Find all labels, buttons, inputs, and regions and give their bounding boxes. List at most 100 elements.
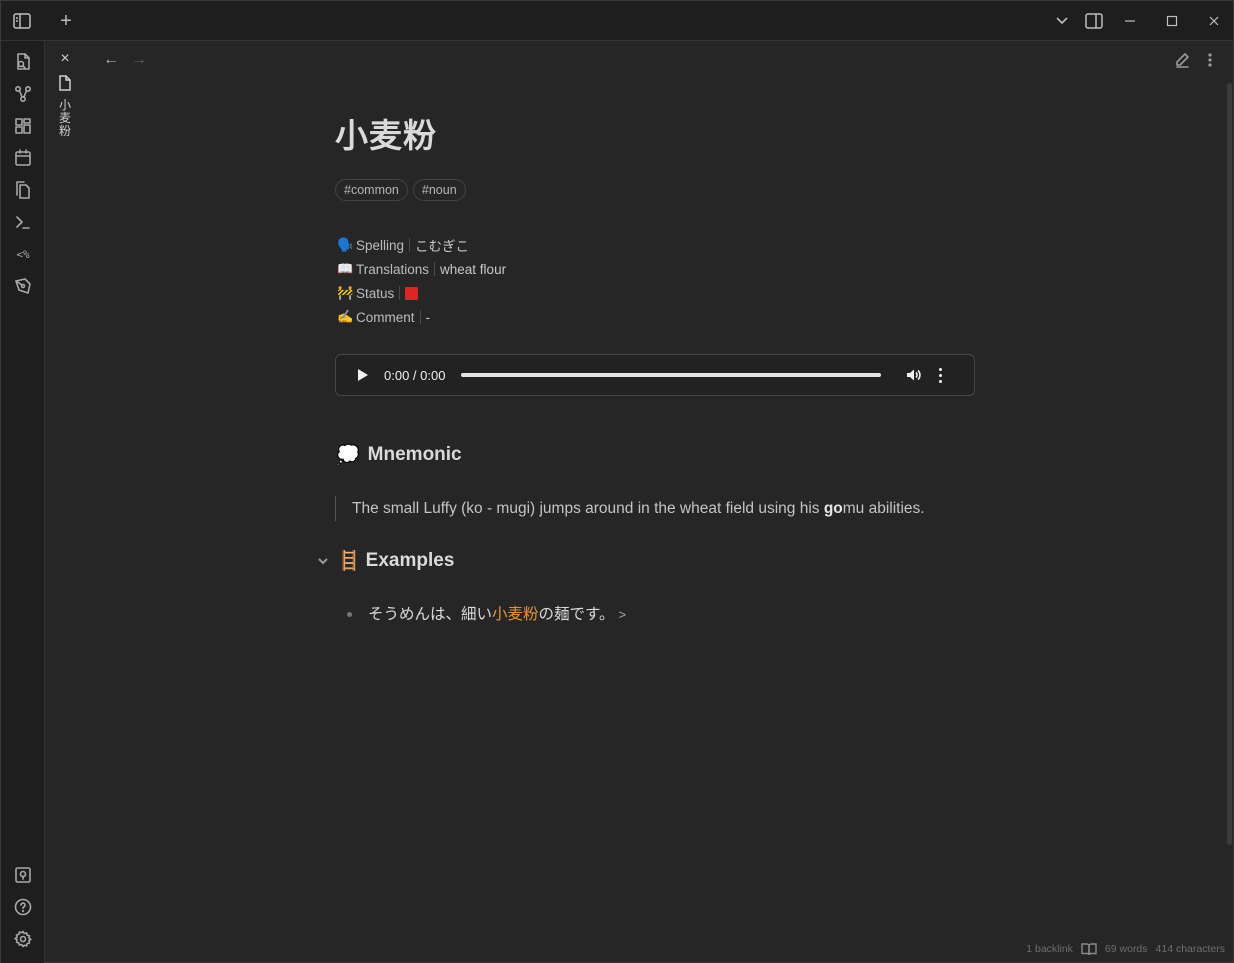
more-vertical-icon <box>1208 53 1212 67</box>
command-palette-button[interactable] <box>10 209 36 235</box>
example-link[interactable]: > <box>618 607 626 622</box>
property-comment: ✍️ Comment - <box>337 305 506 329</box>
navigate-forward-button[interactable]: → <box>130 51 148 69</box>
command-palette-icon <box>16 216 30 229</box>
property-key: Translations <box>356 261 430 277</box>
quick-switcher-button[interactable] <box>10 49 36 75</box>
mnemonic-quote: The small Luffy (ko - mugi) jumps around… <box>335 496 925 521</box>
new-tab-button[interactable]: + <box>53 9 79 33</box>
toggle-left-sidebar-button[interactable] <box>9 9 35 33</box>
daily-note-button[interactable] <box>10 145 36 171</box>
navigate-back-button[interactable]: ← <box>102 51 120 69</box>
play-button[interactable] <box>358 369 368 381</box>
excalidraw-icon <box>15 278 31 294</box>
property-value[interactable]: - <box>426 310 431 325</box>
word-count: 69 words <box>1104 943 1148 955</box>
templater-button[interactable]: <% <box>10 241 36 267</box>
scrollbar[interactable] <box>1227 83 1232 845</box>
list-item: そうめんは、細い小麦粉の麺です。 > <box>368 604 626 626</box>
property-status: 🚧 Status <box>337 281 506 305</box>
speaking-head-icon: 🗣️ <box>337 237 354 252</box>
pencil-icon <box>1176 53 1189 68</box>
heading-text: Mnemonic <box>367 444 462 465</box>
ladder-icon: 🪜 <box>337 551 361 572</box>
arrow-left-icon: ← <box>103 51 119 68</box>
close-tab-button[interactable]: × <box>57 51 73 67</box>
tag-pill[interactable]: #noun <box>412 179 466 201</box>
note-title: 小麦粉 <box>335 117 437 154</box>
tab-title-char: 粉 <box>58 124 71 138</box>
help-button[interactable] <box>10 894 36 920</box>
settings-button[interactable] <box>10 926 36 952</box>
edit-mode-button[interactable] <box>1173 51 1191 69</box>
quote-bold: go <box>823 500 843 517</box>
volume-button[interactable] <box>905 366 923 384</box>
settings-icon <box>14 930 32 948</box>
property-separator <box>409 238 411 252</box>
audio-player: 0:00 / 0:00 <box>335 354 975 396</box>
character-count: 414 characters <box>1155 943 1225 955</box>
list-bullet <box>347 612 352 617</box>
graph-view-icon <box>14 85 32 103</box>
quote-text: The small Luffy (ko - mugi) jumps around… <box>352 500 824 517</box>
property-translations: 📖 Translations wheat flour <box>337 257 506 281</box>
excalidraw-button[interactable] <box>10 273 36 299</box>
property-value[interactable]: wheat flour <box>440 262 506 277</box>
property-separator <box>399 286 401 300</box>
canvas-icon <box>15 118 31 134</box>
example-highlight: 小麦粉 <box>492 606 539 623</box>
graph-view-button[interactable] <box>10 81 36 107</box>
close-icon: × <box>60 50 70 67</box>
audio-progress-track[interactable] <box>461 373 882 377</box>
open-book-icon: 📖 <box>337 261 354 276</box>
property-separator <box>434 262 436 276</box>
property-value[interactable]: こむぎこ <box>415 235 469 255</box>
chevron-down-icon <box>318 558 328 565</box>
quote-text-end: mu abilities. <box>842 500 925 517</box>
vault-switcher-button[interactable] <box>10 862 36 888</box>
vault-switcher-icon <box>15 867 31 883</box>
property-key: Spelling <box>356 237 405 253</box>
reading-book-icon[interactable] <box>1081 942 1097 956</box>
canvas-button[interactable] <box>10 113 36 139</box>
example-text: そうめんは、細い <box>368 606 493 623</box>
fold-heading-button[interactable] <box>317 554 331 568</box>
templater-icon: <% <box>16 247 30 261</box>
tag-pill[interactable]: #common <box>335 179 408 201</box>
close-window-button[interactable] <box>1201 9 1227 33</box>
audio-more-button[interactable] <box>937 366 943 384</box>
writing-hand-icon: ✍️ <box>337 309 354 324</box>
examples-heading: 🪜 Examples <box>337 549 454 573</box>
chevron-down-icon <box>1056 17 1068 25</box>
minimize-button[interactable] <box>1117 9 1143 33</box>
templates-icon <box>16 181 30 199</box>
mnemonic-heading: 💭 Mnemonic <box>336 443 462 467</box>
more-options-button[interactable] <box>1201 51 1219 69</box>
title-bar: + <box>1 1 1233 41</box>
toggle-right-sidebar-button[interactable] <box>1081 9 1107 33</box>
audio-time: 0:00 / 0:00 <box>384 367 446 383</box>
help-icon <box>14 898 32 916</box>
plus-icon: + <box>60 9 72 32</box>
backlink-count[interactable]: 1 backlink <box>1026 943 1073 955</box>
volume-icon <box>907 369 922 381</box>
property-key: Comment <box>356 309 415 325</box>
tab-title[interactable]: 小 麦 粉 <box>58 99 72 138</box>
vertical-tab-strip: × 小 麦 粉 <box>45 41 85 241</box>
minimize-icon <box>1125 20 1135 22</box>
tab-list-button[interactable] <box>1049 9 1075 33</box>
open-quick-switcher-icon <box>17 53 30 70</box>
heading-text: Examples <box>365 550 455 571</box>
property-spelling: 🗣️ Spelling こむぎこ <box>337 233 506 257</box>
maximize-button[interactable] <box>1159 9 1185 33</box>
close-icon <box>1209 16 1219 26</box>
property-key: Status <box>356 285 395 301</box>
app-window: + <% × 小 麦 粉 ← → 小麦粉 #common #noun 🗣️ Sp… <box>0 0 1234 963</box>
maximize-icon <box>1166 15 1178 27</box>
daily-note-icon <box>15 149 31 166</box>
templates-button[interactable] <box>10 177 36 203</box>
tab-file-button[interactable] <box>58 75 72 91</box>
thought-balloon-icon: 💭 <box>336 445 360 466</box>
status-red-square-icon[interactable] <box>405 286 419 300</box>
sidebar-left-icon <box>13 13 31 29</box>
